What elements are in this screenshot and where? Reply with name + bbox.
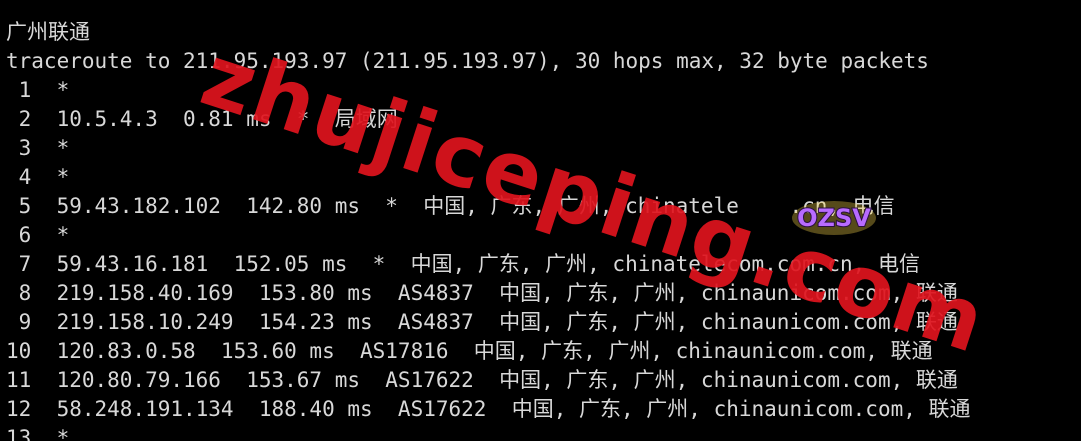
hop-row: 11 120.80.79.166 153.67 ms AS17622 中国, 广… bbox=[6, 368, 958, 392]
hop-row: 10 120.83.0.58 153.60 ms AS17816 中国, 广东,… bbox=[6, 339, 933, 363]
hop-row: 4 * bbox=[6, 165, 70, 189]
hop-row: 9 219.158.10.249 154.23 ms AS4837 中国, 广东… bbox=[6, 310, 958, 334]
hop-row: 1 * bbox=[6, 78, 70, 102]
hop-row: 5 59.43.182.102 142.80 ms * 中国, 广东, 广州, … bbox=[6, 194, 895, 218]
hop-row: 3 * bbox=[6, 136, 70, 160]
hop-row: 8 219.158.40.169 153.80 ms AS4837 中国, 广东… bbox=[6, 281, 958, 305]
hop-row: 2 10.5.4.3 0.81 ms * 局域网 bbox=[6, 107, 398, 131]
traceroute-command: traceroute to 211.95.193.97 (211.95.193.… bbox=[6, 49, 929, 73]
separator-line: ----------------------------------------… bbox=[6, 0, 1081, 8]
hop-row: 7 59.43.16.181 152.05 ms * 中国, 广东, 广州, c… bbox=[6, 252, 920, 276]
ozsv-logo-icon: OZSV bbox=[792, 201, 876, 235]
hop-row: 6 * bbox=[6, 223, 70, 247]
hop-row: 13 * bbox=[6, 426, 70, 441]
terminal-window: ----------------------------------------… bbox=[0, 0, 1081, 441]
route-title: 广州联通 bbox=[6, 20, 90, 44]
svg-text:OZSV: OZSV bbox=[797, 204, 871, 232]
hop-row: 12 58.248.191.134 188.40 ms AS17622 中国, … bbox=[6, 397, 971, 421]
